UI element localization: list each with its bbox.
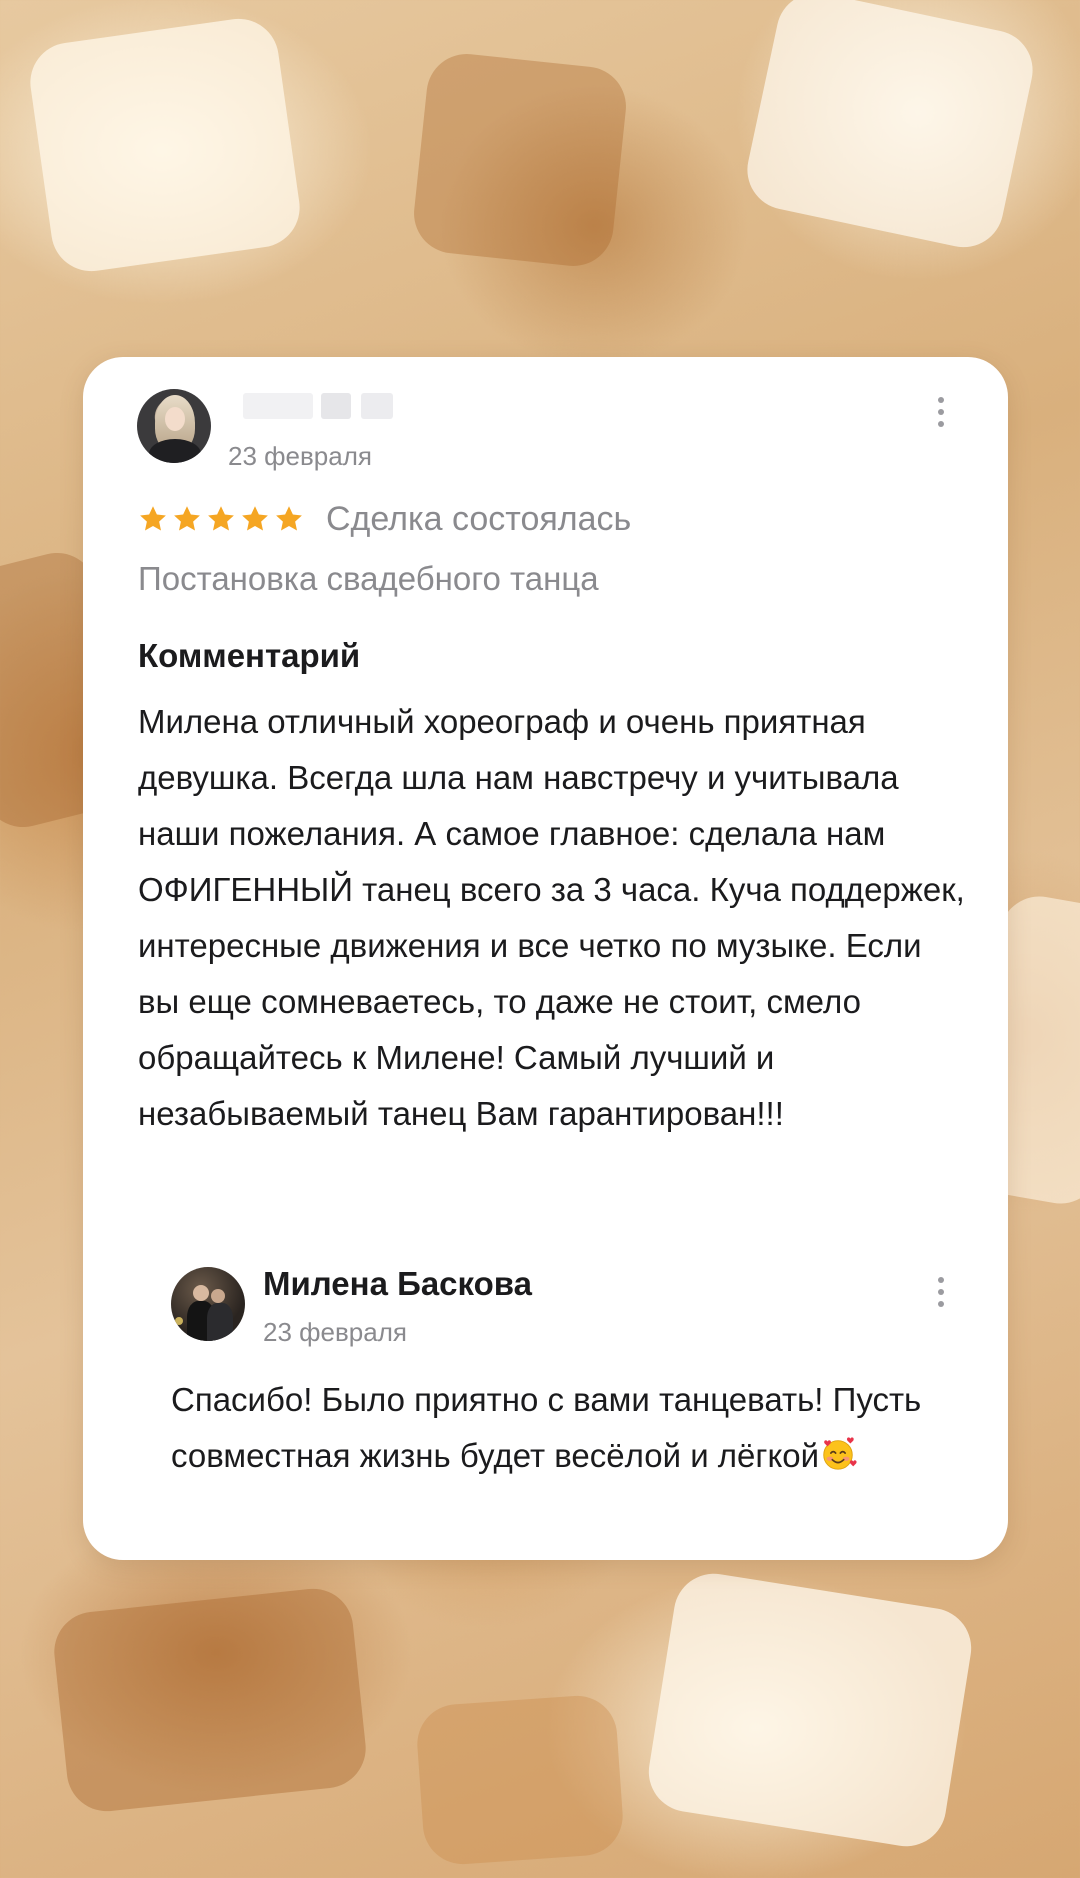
- star-icon: [242, 506, 268, 531]
- background-ice-cube: [50, 1584, 370, 1816]
- reply-date: 23 февраля: [263, 1317, 407, 1347]
- reply-author-name[interactable]: Милена Баскова: [263, 1265, 532, 1303]
- background-ice-cube: [643, 1568, 977, 1852]
- rating-row: Сделка состоялась: [138, 495, 631, 543]
- reviewer-avatar[interactable]: [137, 389, 211, 463]
- background-ice-cube: [410, 50, 630, 270]
- background-ice-cube: [25, 13, 305, 277]
- service-name: Постановка свадебного танца: [138, 560, 599, 597]
- more-vertical-icon[interactable]: [926, 1272, 956, 1312]
- star-icon: [208, 506, 234, 531]
- review-date: 23 февраля: [228, 441, 372, 471]
- comment-heading: Комментарий: [138, 637, 361, 674]
- reply-text-body: Спасибо! Было приятно с вами танцевать! …: [171, 1381, 922, 1474]
- deal-status: Сделка состоялась: [326, 499, 632, 538]
- background-ice-cube: [414, 1693, 626, 1867]
- comment-text: Милена отличный хореограф и очень приятн…: [138, 703, 965, 1132]
- review-card: 23 февраля Сделка состоялась Постановка …: [83, 357, 1008, 1560]
- smiling-face-with-hearts-icon: [823, 1437, 857, 1470]
- star-icon: [140, 506, 166, 531]
- reply-author-avatar[interactable]: [171, 1267, 245, 1341]
- star-icon: [276, 506, 302, 531]
- reviewer-name-redacted: [243, 389, 423, 423]
- more-vertical-icon[interactable]: [926, 392, 956, 432]
- reply-text: Спасибо! Было приятно с вами танцевать! …: [171, 1372, 971, 1484]
- background-ice-cube: [739, 0, 1041, 255]
- star-icon: [174, 506, 200, 531]
- star-rating: [138, 504, 304, 534]
